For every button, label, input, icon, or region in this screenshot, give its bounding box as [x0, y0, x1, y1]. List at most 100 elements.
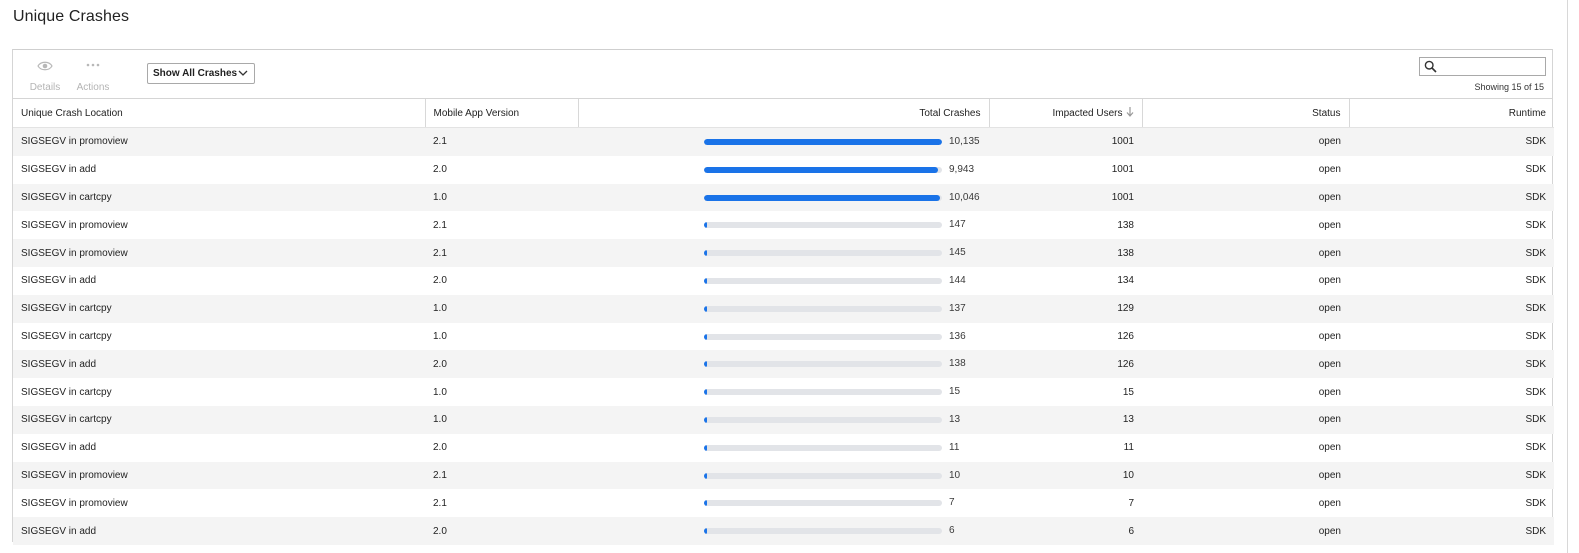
table-row[interactable]: SIGSEGV in cartcpy 1.0 13 13 open SDK: [13, 405, 1554, 434]
page-scrollbar[interactable]: [1567, 0, 1568, 553]
crash-bar-fill: [704, 166, 938, 173]
impacted-users-cell: 134: [1117, 275, 1134, 287]
app-version-cell: 2.1: [425, 127, 578, 156]
total-crashes-value: 144: [949, 274, 966, 286]
crash-bar-track: [704, 194, 942, 201]
table-row[interactable]: SIGSEGV in cartcpy 1.0 137 129 open SDK: [13, 294, 1554, 323]
details-label: Details: [29, 82, 61, 93]
impacted-users-cell: 126: [1117, 330, 1134, 342]
crash-location-cell: SIGSEGV in cartcpy: [21, 330, 112, 342]
crash-bar-track: [704, 139, 942, 145]
column-header-location[interactable]: Unique Crash Location: [13, 99, 426, 128]
details-button[interactable]: Details: [23, 60, 67, 93]
crash-bar-track: [704, 528, 942, 535]
runtime-cell: SDK: [1349, 294, 1554, 323]
crash-location-cell: SIGSEGV in add: [21, 275, 97, 287]
total-crashes-cell: 11: [578, 434, 989, 462]
total-crashes-cell: 10: [578, 461, 989, 490]
column-header-total-crashes[interactable]: Total Crashes: [578, 99, 990, 128]
total-crashes-value: 138: [949, 358, 966, 370]
impacted-users-cell: 11: [1123, 442, 1134, 454]
total-crashes-cell: 9,943: [578, 156, 989, 184]
crash-bar-fill: [704, 250, 708, 257]
status-cell: open: [1142, 183, 1349, 212]
crash-location-cell: SIGSEGV in add: [21, 164, 97, 176]
impacted-users-cell: 129: [989, 294, 1142, 323]
impacted-users-cell: 13: [989, 405, 1142, 434]
total-crashes-value: 13: [949, 413, 961, 425]
total-crashes-value: 10: [949, 469, 961, 481]
total-crashes-value: 145: [949, 247, 966, 259]
actions-button[interactable]: Actions: [71, 60, 115, 93]
status-cell: open: [1318, 330, 1341, 342]
runtime-cell: SDK: [1525, 330, 1546, 342]
status-cell: open: [1318, 164, 1341, 176]
total-crashes-cell: 137: [578, 294, 989, 323]
total-crashes-cell: 136: [578, 323, 989, 351]
crash-location-cell: SIGSEGV in promoview: [21, 497, 128, 509]
impacted-users-cell: 138: [1117, 219, 1134, 231]
crashes-panel: Details Actions Show All Crashes Showing…: [12, 49, 1554, 545]
table-row[interactable]: SIGSEGV in cartcpy 1.0 15 15 open SDK: [13, 378, 1554, 406]
crash-filter-dropdown[interactable]: Show All Crashes: [147, 63, 255, 84]
crash-filter-value: Show All Crashes: [153, 68, 238, 79]
total-crashes-cell: 145: [578, 239, 989, 267]
search-icon: [1424, 60, 1437, 73]
search-input[interactable]: [1419, 57, 1546, 76]
app-version-cell: 1.0: [425, 294, 578, 323]
table-row[interactable]: SIGSEGV in promoview 2.1 145 138 open SDK: [13, 239, 1554, 267]
status-cell: open: [1318, 442, 1341, 454]
impacted-users-cell: 1001: [989, 127, 1142, 156]
table-row[interactable]: SIGSEGV in promoview 2.1 10 10 open SDK: [13, 461, 1554, 490]
crash-bar-track: [704, 333, 942, 340]
crash-location-cell: SIGSEGV in cartcpy: [13, 294, 425, 323]
table-row[interactable]: SIGSEGV in add 2.0 144 134 open SDK: [13, 267, 1554, 295]
table-row[interactable]: SIGSEGV in add 2.0 11 11 open SDK: [13, 434, 1554, 462]
table-row[interactable]: SIGSEGV in add 2.0 6 6 open SDK: [13, 517, 1554, 545]
crash-bar-track: [704, 444, 942, 451]
total-crashes-value: 137: [949, 302, 966, 314]
impacted-users-cell: 138: [989, 239, 1142, 267]
crash-location-cell: SIGSEGV in promoview: [13, 127, 425, 156]
crash-location-cell: SIGSEGV in cartcpy: [13, 405, 425, 434]
crash-bar-track: [704, 472, 942, 479]
app-version-cell: 2.1: [425, 461, 578, 490]
table-row[interactable]: SIGSEGV in promoview 2.1 7 7 open SDK: [13, 489, 1554, 517]
table-row[interactable]: SIGSEGV in cartcpy 1.0 136 126 open SDK: [13, 323, 1554, 351]
column-header-runtime[interactable]: Runtime: [1349, 99, 1554, 128]
crash-bar-fill: [704, 472, 707, 479]
crash-bar-fill: [704, 416, 707, 423]
crash-bar-fill: [704, 194, 940, 201]
status-cell: open: [1142, 517, 1349, 545]
table-row[interactable]: SIGSEGV in add 2.0 9,943 1001 open SDK: [13, 156, 1554, 184]
table-row[interactable]: SIGSEGV in add 2.0 138 126 open SDK: [13, 350, 1554, 379]
crash-bar-fill: [704, 500, 707, 507]
runtime-cell: SDK: [1349, 183, 1554, 212]
app-version-cell: 2.0: [433, 164, 447, 176]
table-row[interactable]: SIGSEGV in promoview 2.1 10,135 1001 open SDK: [13, 127, 1554, 156]
impacted-users-cell: 10: [989, 461, 1142, 490]
total-crashes-value: 15: [949, 386, 961, 398]
total-crashes-value: 11: [949, 441, 960, 453]
crash-location-cell: SIGSEGV in promoview: [21, 219, 128, 231]
table-row[interactable]: SIGSEGV in promoview 2.1 147 138 open SDK: [13, 211, 1554, 239]
app-version-cell: 2.0: [433, 275, 447, 287]
column-header-version[interactable]: Mobile App Version: [425, 99, 579, 128]
crash-location-cell: SIGSEGV in cartcpy: [21, 386, 112, 398]
runtime-cell: SDK: [1349, 350, 1554, 379]
arrow-down-icon: [1126, 106, 1134, 120]
total-crashes-cell: 138: [578, 350, 989, 379]
impacted-users-cell: 6: [989, 517, 1142, 545]
eye-icon: [23, 60, 67, 74]
crashes-table: Unique Crash Location Mobile App Version…: [13, 99, 1554, 545]
column-header-status[interactable]: Status: [1142, 99, 1350, 128]
crash-bar-track: [704, 500, 942, 507]
status-cell: open: [1142, 127, 1349, 156]
column-header-impacted-users[interactable]: Impacted Users: [989, 99, 1143, 128]
results-count: Showing 15 of 15: [1474, 82, 1544, 92]
total-crashes-cell: 147: [578, 211, 989, 239]
crash-bar-fill: [704, 389, 707, 396]
total-crashes-value: 6: [949, 525, 955, 537]
table-row[interactable]: SIGSEGV in cartcpy 1.0 10,046 1001 open SDK: [13, 183, 1554, 212]
crash-bar-track: [704, 389, 942, 396]
